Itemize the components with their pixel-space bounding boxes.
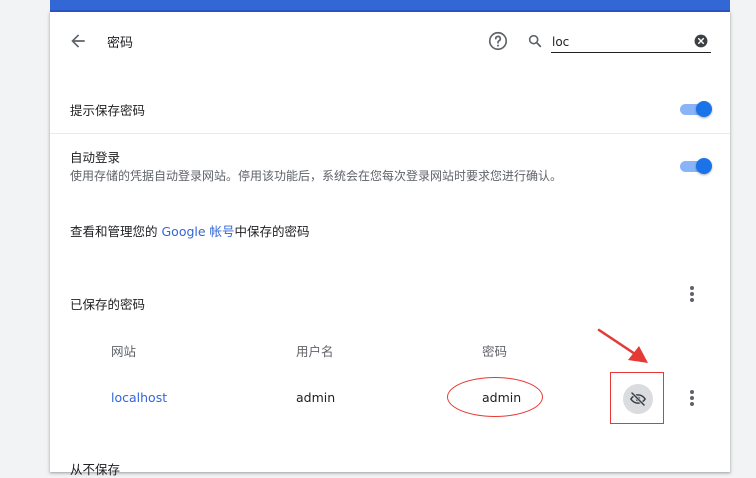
column-header-password: 密码 — [482, 344, 508, 359]
passwords-card: 密码 提示保存密码 自动登录 使用存储的凭据自动登录网站。停用该功能后，系统会在… — [50, 12, 730, 477]
search-field — [527, 28, 712, 56]
never-saved-heading: 从不保存 — [70, 462, 121, 477]
search-icon — [528, 34, 542, 48]
manage-prefix: 查看和管理您的 — [70, 224, 162, 239]
arrow-back-icon[interactable] — [68, 31, 88, 51]
divider — [50, 133, 730, 134]
manage-suffix: 中保存的密码 — [234, 224, 310, 239]
auto-signin-label: 自动登录 — [70, 150, 121, 165]
toggle-knob — [696, 101, 712, 117]
auto-signin-toggle[interactable] — [680, 157, 712, 175]
manage-passwords-text: 查看和管理您的 Google 帐号中保存的密码 — [70, 221, 310, 240]
google-account-link[interactable]: Google 帐号 — [161, 224, 234, 239]
page-title: 密码 — [107, 36, 134, 51]
auto-signin-description: 使用存储的凭据自动登录网站。停用该功能后，系统会在您每次登录网站时要求您进行确认… — [70, 169, 563, 183]
toggle-knob — [696, 158, 712, 174]
password-highlight-ellipse — [447, 377, 543, 417]
page-header: 密码 — [50, 12, 730, 70]
more-vert-icon[interactable] — [683, 285, 701, 303]
help-circle-icon[interactable] — [487, 30, 509, 52]
search-input[interactable] — [551, 31, 711, 53]
offer-to-save-label: 提示保存密码 — [70, 103, 146, 118]
saved-passwords-heading: 已保存的密码 — [70, 297, 146, 312]
browser-top-bar — [50, 0, 730, 12]
row-more-vert-icon[interactable] — [683, 389, 701, 407]
column-header-username: 用户名 — [296, 344, 334, 359]
eye-button-highlight-box — [610, 372, 664, 424]
offer-to-save-toggle[interactable] — [680, 100, 712, 118]
column-header-site: 网站 — [111, 344, 137, 359]
username-value: admin — [296, 390, 336, 405]
clear-icon[interactable] — [694, 34, 708, 48]
site-link[interactable]: localhost — [111, 390, 167, 405]
